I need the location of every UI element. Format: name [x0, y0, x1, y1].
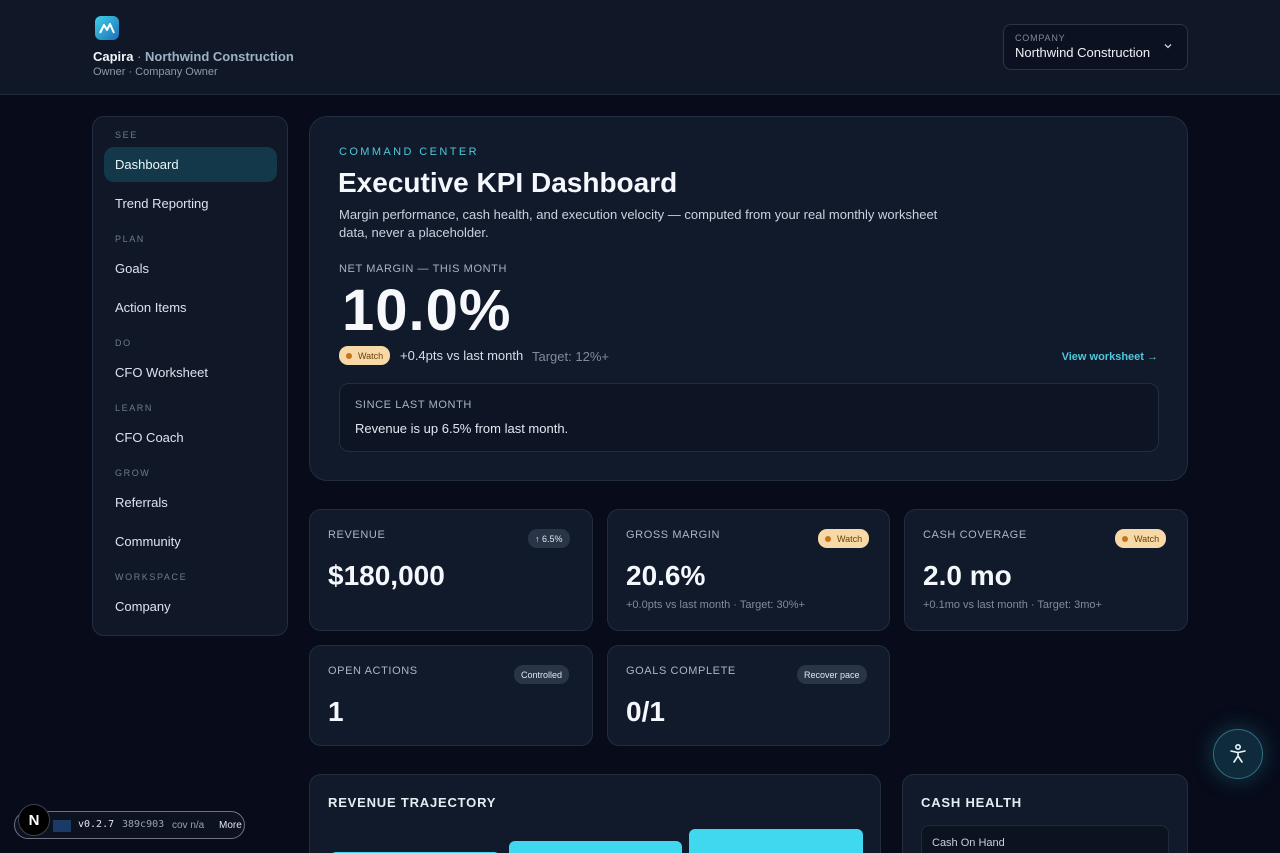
kpi-sub: +0.0pts vs last month · Target: 30%+ [626, 599, 805, 611]
kpi-card-open-actions: OPEN ACTIONS Controlled 1 [309, 645, 593, 746]
top-bar: Capira · Northwind Construction Owner · … [0, 0, 1280, 95]
nav-section-learn: LEARN [115, 403, 154, 413]
status-badge-label: Watch [1134, 533, 1160, 544]
page-title: Executive KPI Dashboard [338, 167, 678, 198]
next-dev-button[interactable]: N [18, 804, 50, 836]
dev-indicator [53, 820, 71, 832]
sidebar-item-action-items[interactable]: Action Items [104, 290, 277, 325]
chevron-down-icon [1164, 44, 1172, 49]
hero-card: COMMAND CENTER Executive KPI Dashboard M… [309, 116, 1188, 481]
kpi-label: CASH COVERAGE [923, 529, 1027, 541]
status-badge-label: Watch [358, 350, 384, 361]
status-badge: Watch [818, 529, 870, 548]
version-label: v0.2.7 [78, 819, 115, 830]
sidebar-item-dashboard[interactable]: Dashboard [104, 147, 277, 182]
kpi-label: GROSS MARGIN [626, 529, 720, 541]
sidebar-item-cfo-worksheet[interactable]: CFO Worksheet [104, 355, 277, 390]
dev-toolbar: N v0.2.7 389c903 cov n/a More [14, 804, 245, 839]
net-margin-label: NET MARGIN — THIS MONTH [339, 263, 508, 275]
company-select[interactable]: COMPANY Northwind Construction [1003, 24, 1188, 70]
kpi-value: 0/1 [626, 696, 665, 727]
brand-company: Northwind Construction [145, 49, 294, 64]
kpi-value: 1 [328, 696, 344, 727]
sidebar-item-cfo-coach[interactable]: CFO Coach [104, 420, 277, 455]
revenue-trend-badge: ↑ 6.5% [528, 529, 570, 548]
commit-hash: 389c903 [122, 819, 165, 830]
kpi-label: GOALS COMPLETE [626, 665, 736, 677]
more-button[interactable]: More [219, 820, 242, 831]
net-margin-delta: +0.4pts vs last month [400, 348, 524, 363]
kpi-card-goals-complete: GOALS COMPLETE Recover pace 0/1 [607, 645, 890, 746]
revenue-bar [509, 841, 682, 853]
revenue-trajectory-card: REVENUE TRAJECTORY [309, 774, 881, 853]
accessibility-icon [1230, 743, 1246, 763]
sidebar-item-goals[interactable]: Goals [104, 251, 277, 286]
sidebar-item-referrals[interactable]: Referrals [104, 485, 277, 520]
net-margin-target: Target: 12%+ [532, 349, 609, 364]
kpi-card-gross-margin: GROSS MARGIN Watch 20.6% +0.0pts vs last… [607, 509, 890, 631]
kpi-value: 20.6% [626, 560, 706, 591]
kpi-value: 2.0 mo [923, 560, 1012, 591]
status-badge: Watch [1115, 529, 1167, 548]
brand-separator: · [133, 49, 146, 64]
company-select-label: COMPANY [1015, 33, 1066, 43]
revenue-trajectory-title: REVENUE TRAJECTORY [328, 795, 497, 810]
status-dot-icon [346, 352, 352, 359]
sidebar-item-trend-reporting[interactable]: Trend Reporting [104, 186, 277, 221]
kpi-label: OPEN ACTIONS [328, 665, 418, 677]
since-text: Revenue is up 6.5% from last month. [355, 421, 569, 436]
kpi-sub: +0.1mo vs last month · Target: 3mo+ [923, 599, 1102, 611]
hero-description: Margin performance, cash health, and exe… [339, 207, 938, 240]
nav-section-do: DO [115, 338, 132, 348]
hero-eyebrow: COMMAND CENTER [339, 146, 479, 158]
revenue-bar [689, 829, 863, 853]
nav-section-workspace: WORKSPACE [115, 572, 188, 582]
since-last-month-box: SINCE LAST MONTH Revenue is up 6.5% from… [339, 383, 1159, 452]
cash-health-title: CASH HEALTH [921, 795, 1022, 810]
nav-section-see: SEE [115, 130, 138, 140]
sidebar-item-company[interactable]: Company [104, 589, 277, 624]
status-badge: Watch [339, 346, 391, 365]
coverage-label: cov n/a [172, 820, 205, 831]
status-dot-icon [825, 535, 831, 542]
kpi-value: $180,000 [328, 560, 445, 591]
status-dot-icon [1122, 535, 1128, 542]
net-margin-value: 10.0% [342, 278, 512, 343]
sidebar-item-community[interactable]: Community [104, 524, 277, 559]
company-select-value: Northwind Construction [1015, 45, 1151, 60]
capira-logo-icon[interactable] [95, 16, 119, 40]
sidebar: SEE Dashboard Trend Reporting PLAN Goals… [92, 116, 288, 636]
goals-complete-badge: Recover pace [797, 665, 867, 684]
open-actions-badge: Controlled [514, 665, 570, 684]
accessibility-button[interactable] [1213, 729, 1263, 779]
cash-on-hand-row: Cash On Hand [921, 825, 1169, 853]
kpi-label: REVENUE [328, 529, 386, 541]
cash-health-card: CASH HEALTH Cash On Hand [902, 774, 1188, 853]
nav-section-plan: PLAN [115, 234, 145, 244]
nav-section-grow: GROW [115, 468, 151, 478]
status-badge-label: Watch [837, 533, 863, 544]
since-label: SINCE LAST MONTH [355, 399, 472, 411]
user-role: Owner · Company Owner [93, 66, 218, 78]
brand-line: Capira · Northwind Construction [93, 49, 294, 64]
kpi-card-cash-coverage: CASH COVERAGE Watch 2.0 mo +0.1mo vs las… [904, 509, 1188, 631]
kpi-card-revenue: REVENUE ↑ 6.5% $180,000 [309, 509, 593, 631]
cash-on-hand-label: Cash On Hand [932, 837, 1005, 849]
view-worksheet-link[interactable]: View worksheet → [1062, 351, 1158, 363]
brand-name: Capira [93, 49, 134, 64]
